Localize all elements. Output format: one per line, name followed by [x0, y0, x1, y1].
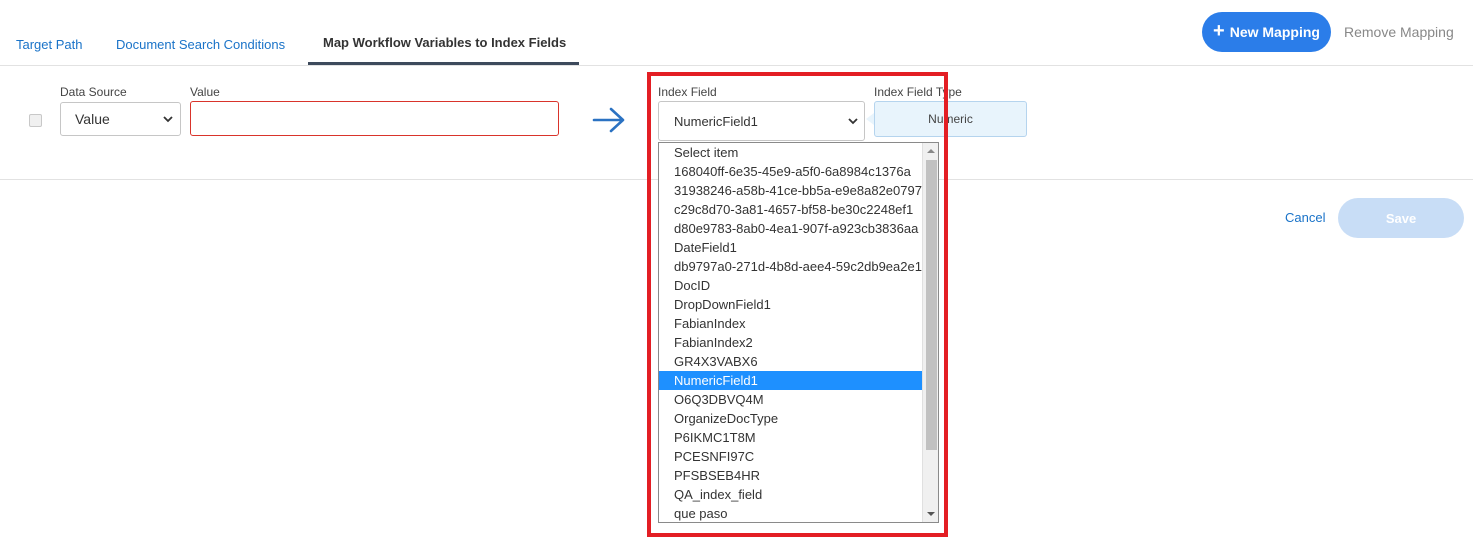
- index-field-type-label: Index Field Type: [874, 85, 962, 99]
- dropdown-option[interactable]: DateField1: [659, 238, 922, 257]
- dropdown-option[interactable]: FabianIndex: [659, 314, 922, 333]
- cancel-button[interactable]: Cancel: [1285, 210, 1325, 225]
- save-button[interactable]: Save: [1338, 198, 1464, 238]
- tab-divider: [0, 65, 1473, 66]
- dropdown-scrollbar[interactable]: [922, 143, 938, 522]
- new-mapping-button[interactable]: + New Mapping: [1202, 12, 1331, 52]
- dropdown-option[interactable]: Select item: [659, 143, 922, 162]
- dropdown-option[interactable]: db9797a0-271d-4b8d-aee4-59c2db9ea2e1: [659, 257, 922, 276]
- arrow-right-icon: [592, 107, 625, 133]
- dropdown-option[interactable]: c29c8d70-3a81-4657-bf58-be30c2248ef1: [659, 200, 922, 219]
- dropdown-option[interactable]: 31938246-a58b-41ce-bb5a-e9e8a82e0797: [659, 181, 922, 200]
- dropdown-option[interactable]: DocID: [659, 276, 922, 295]
- data-source-value: Value: [75, 111, 110, 127]
- dropdown-option[interactable]: d80e9783-8ab0-4ea1-907f-a923cb3836aa: [659, 219, 922, 238]
- dropdown-option[interactable]: PFSBSEB4HR: [659, 466, 922, 485]
- dropdown-option[interactable]: QA_index_field: [659, 485, 922, 504]
- index-field-select[interactable]: NumericField1: [658, 101, 865, 141]
- row-checkbox[interactable]: [29, 114, 42, 127]
- dropdown-option[interactable]: FabianIndex2: [659, 333, 922, 352]
- data-source-select[interactable]: Value: [60, 102, 181, 136]
- tab-document-search-conditions[interactable]: Document Search Conditions: [116, 37, 285, 52]
- tab-bar: Target Path Document Search Conditions M…: [0, 0, 1473, 66]
- data-source-label: Data Source: [60, 85, 127, 99]
- dropdown-option[interactable]: GR4X3VABX6: [659, 352, 922, 371]
- index-field-dropdown: Select item 168040ff-6e35-45e9-a5f0-6a898…: [658, 142, 939, 523]
- chevron-down-icon: [848, 118, 858, 125]
- dropdown-option[interactable]: P6IKMC1T8M: [659, 428, 922, 447]
- scroll-up-icon[interactable]: [927, 149, 935, 153]
- type-pointer: [866, 113, 874, 125]
- index-field-value: NumericField1: [674, 113, 758, 129]
- dropdown-option[interactable]: 168040ff-6e35-45e9-a5f0-6a8984c1376a: [659, 162, 922, 181]
- chevron-down-icon: [163, 116, 173, 123]
- scroll-thumb[interactable]: [926, 160, 937, 450]
- plus-icon: +: [1213, 20, 1225, 42]
- index-field-type-value: Numeric: [874, 101, 1027, 137]
- tab-target-path[interactable]: Target Path: [16, 37, 83, 52]
- value-input[interactable]: [190, 101, 559, 136]
- dropdown-option[interactable]: PCESNFI97C: [659, 447, 922, 466]
- page: Target Path Document Search Conditions M…: [0, 0, 1473, 555]
- new-mapping-label: New Mapping: [1229, 24, 1320, 40]
- remove-mapping-button[interactable]: Remove Mapping: [1344, 24, 1454, 40]
- dropdown-option[interactable]: O6Q3DBVQ4M: [659, 390, 922, 409]
- index-field-label: Index Field: [658, 85, 717, 99]
- dropdown-option[interactable]: NumericField1: [659, 371, 922, 390]
- dropdown-option[interactable]: DropDownField1: [659, 295, 922, 314]
- dropdown-option[interactable]: OrganizeDocType: [659, 409, 922, 428]
- tab-map-workflow-variables[interactable]: Map Workflow Variables to Index Fields: [323, 35, 566, 50]
- scroll-down-icon[interactable]: [927, 512, 935, 516]
- value-label: Value: [190, 85, 220, 99]
- dropdown-option[interactable]: que paso: [659, 504, 922, 522]
- dropdown-list: Select item 168040ff-6e35-45e9-a5f0-6a898…: [659, 143, 922, 522]
